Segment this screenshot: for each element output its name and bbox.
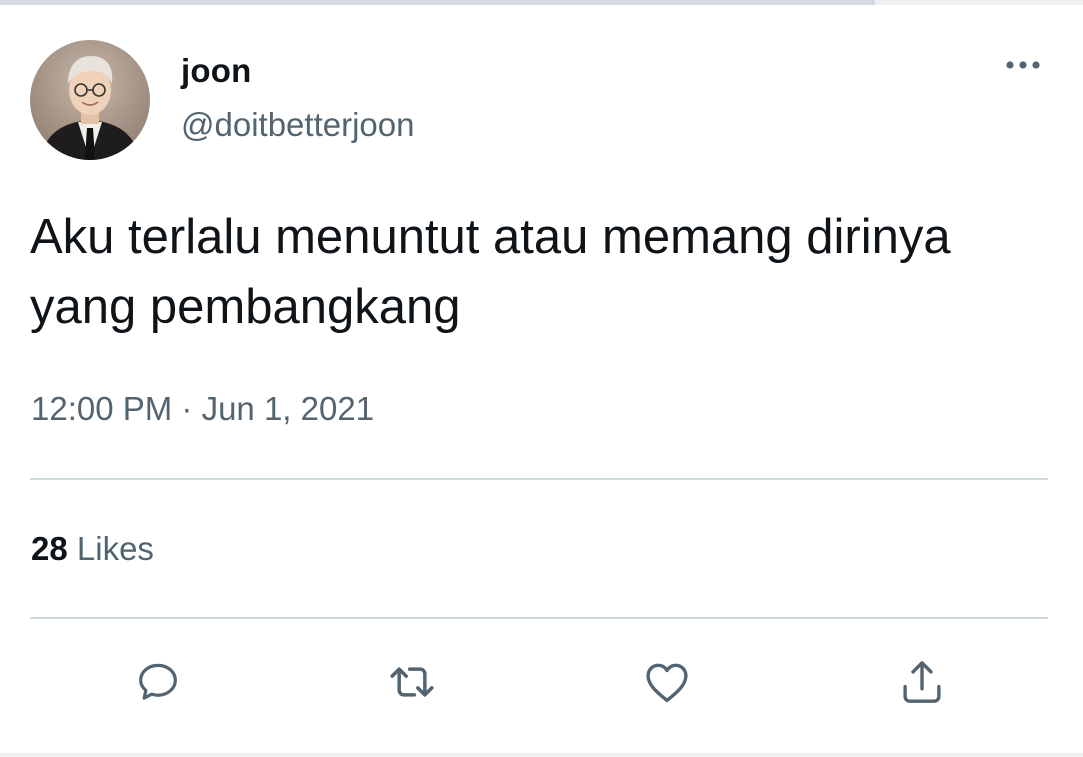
divider (30, 478, 1048, 480)
likes-label: Likes (76, 530, 154, 567)
top-border (0, 0, 875, 5)
retweet-icon (390, 667, 434, 697)
display-name[interactable]: joon (181, 52, 251, 90)
bottom-border (0, 753, 1083, 757)
tweet-timestamp[interactable]: 12:00 PM · Jun 1, 2021 (31, 390, 374, 428)
retweet-button[interactable] (382, 652, 442, 712)
more-options-icon[interactable] (1000, 52, 1046, 78)
likes-stat[interactable]: 28 Likes (31, 530, 154, 568)
likes-count: 28 (31, 530, 68, 567)
like-button[interactable] (637, 652, 697, 712)
divider (30, 617, 1048, 619)
heart-icon (646, 663, 688, 703)
tweet-text: Aku terlalu menuntut atau memang dirinya… (30, 210, 951, 334)
avatar-image (30, 40, 150, 160)
reply-button[interactable] (128, 652, 188, 712)
tweet-detail-page: joon @doitbetterjoon Aku terlalu menuntu… (0, 0, 1083, 757)
share-button[interactable] (892, 652, 952, 712)
reply-icon (139, 663, 177, 700)
share-icon (903, 661, 941, 703)
avatar[interactable] (30, 40, 150, 160)
user-handle[interactable]: @doitbetterjoon (181, 106, 414, 144)
top-border-right (875, 0, 1083, 5)
